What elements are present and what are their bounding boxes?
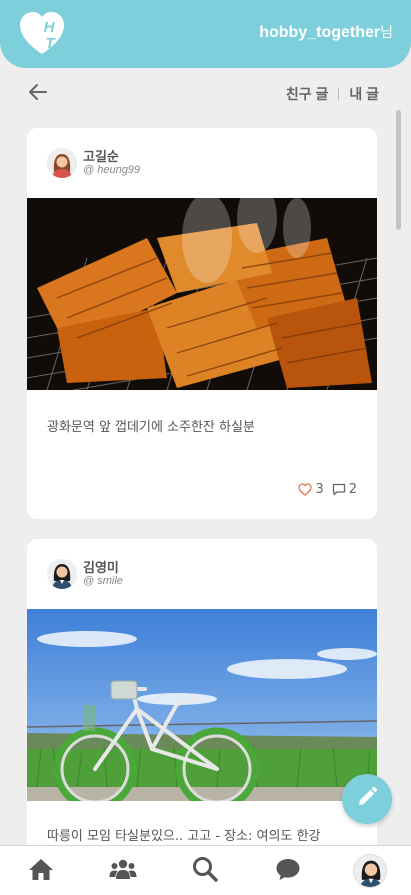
svg-text:H: H <box>44 19 56 36</box>
post-author[interactable]: 고길순 @ heung99 <box>47 148 140 178</box>
friends-icon <box>109 858 137 884</box>
back-arrow-icon[interactable] <box>26 80 50 104</box>
bottom-navigation <box>0 845 411 895</box>
post-filters: 친구 글 내 글 <box>286 84 379 104</box>
home-icon <box>28 857 54 885</box>
post-stats: 3 2 <box>298 482 357 497</box>
nav-search[interactable] <box>180 849 230 893</box>
post-photo[interactable] <box>27 609 377 801</box>
author-avatar <box>47 559 77 589</box>
post-text: 따릉이 모임 타실분있으.. 고고 - 장소: 여의도 한강 <box>47 829 321 844</box>
post-photo[interactable] <box>27 198 377 390</box>
user-greeting: hobby_together님 <box>259 22 393 42</box>
profile-avatar <box>352 853 387 888</box>
honorific: 님 <box>380 24 393 40</box>
author-name: 김영미 <box>83 560 119 575</box>
comment-count: 2 <box>348 482 357 497</box>
post-card[interactable]: 고길순 @ heung99 광화문역 앞 껍데기에 소주한잔 하실분 3 2 <box>27 128 377 519</box>
feed-scrollbar[interactable] <box>396 110 401 230</box>
write-post-button[interactable] <box>342 774 392 824</box>
post-text: 광화문역 앞 껍데기에 소주한잔 하실분 <box>47 420 255 435</box>
nav-chat[interactable] <box>263 849 313 893</box>
chat-icon <box>275 857 301 885</box>
author-avatar <box>47 148 77 178</box>
comment-icon[interactable] <box>332 483 346 496</box>
like-count: 3 <box>315 482 324 497</box>
username: hobby_together <box>259 24 381 41</box>
app-header: H T hobby_together님 <box>0 0 411 68</box>
filter-divider <box>338 88 340 100</box>
friends-posts-tab[interactable]: 친구 글 <box>286 84 329 104</box>
post-card[interactable]: 김영미 @ smile 따릉이 모임 타실분있으.. 고고 - 장소: 여의도 … <box>27 539 377 869</box>
app-logo[interactable]: H T <box>16 8 68 58</box>
nav-profile[interactable] <box>345 849 395 893</box>
heart-icon[interactable] <box>298 483 313 496</box>
author-handle: @ heung99 <box>83 164 141 176</box>
author-handle: @ smile <box>83 575 123 587</box>
feed-toolbar: 친구 글 내 글 <box>0 76 411 110</box>
my-posts-tab[interactable]: 내 글 <box>349 84 379 104</box>
nav-friends[interactable] <box>98 849 148 893</box>
search-icon <box>192 856 219 886</box>
author-name: 고길순 <box>83 149 119 164</box>
nav-home[interactable] <box>16 849 66 893</box>
pencil-icon <box>355 785 379 813</box>
post-author[interactable]: 김영미 @ smile <box>47 559 123 589</box>
